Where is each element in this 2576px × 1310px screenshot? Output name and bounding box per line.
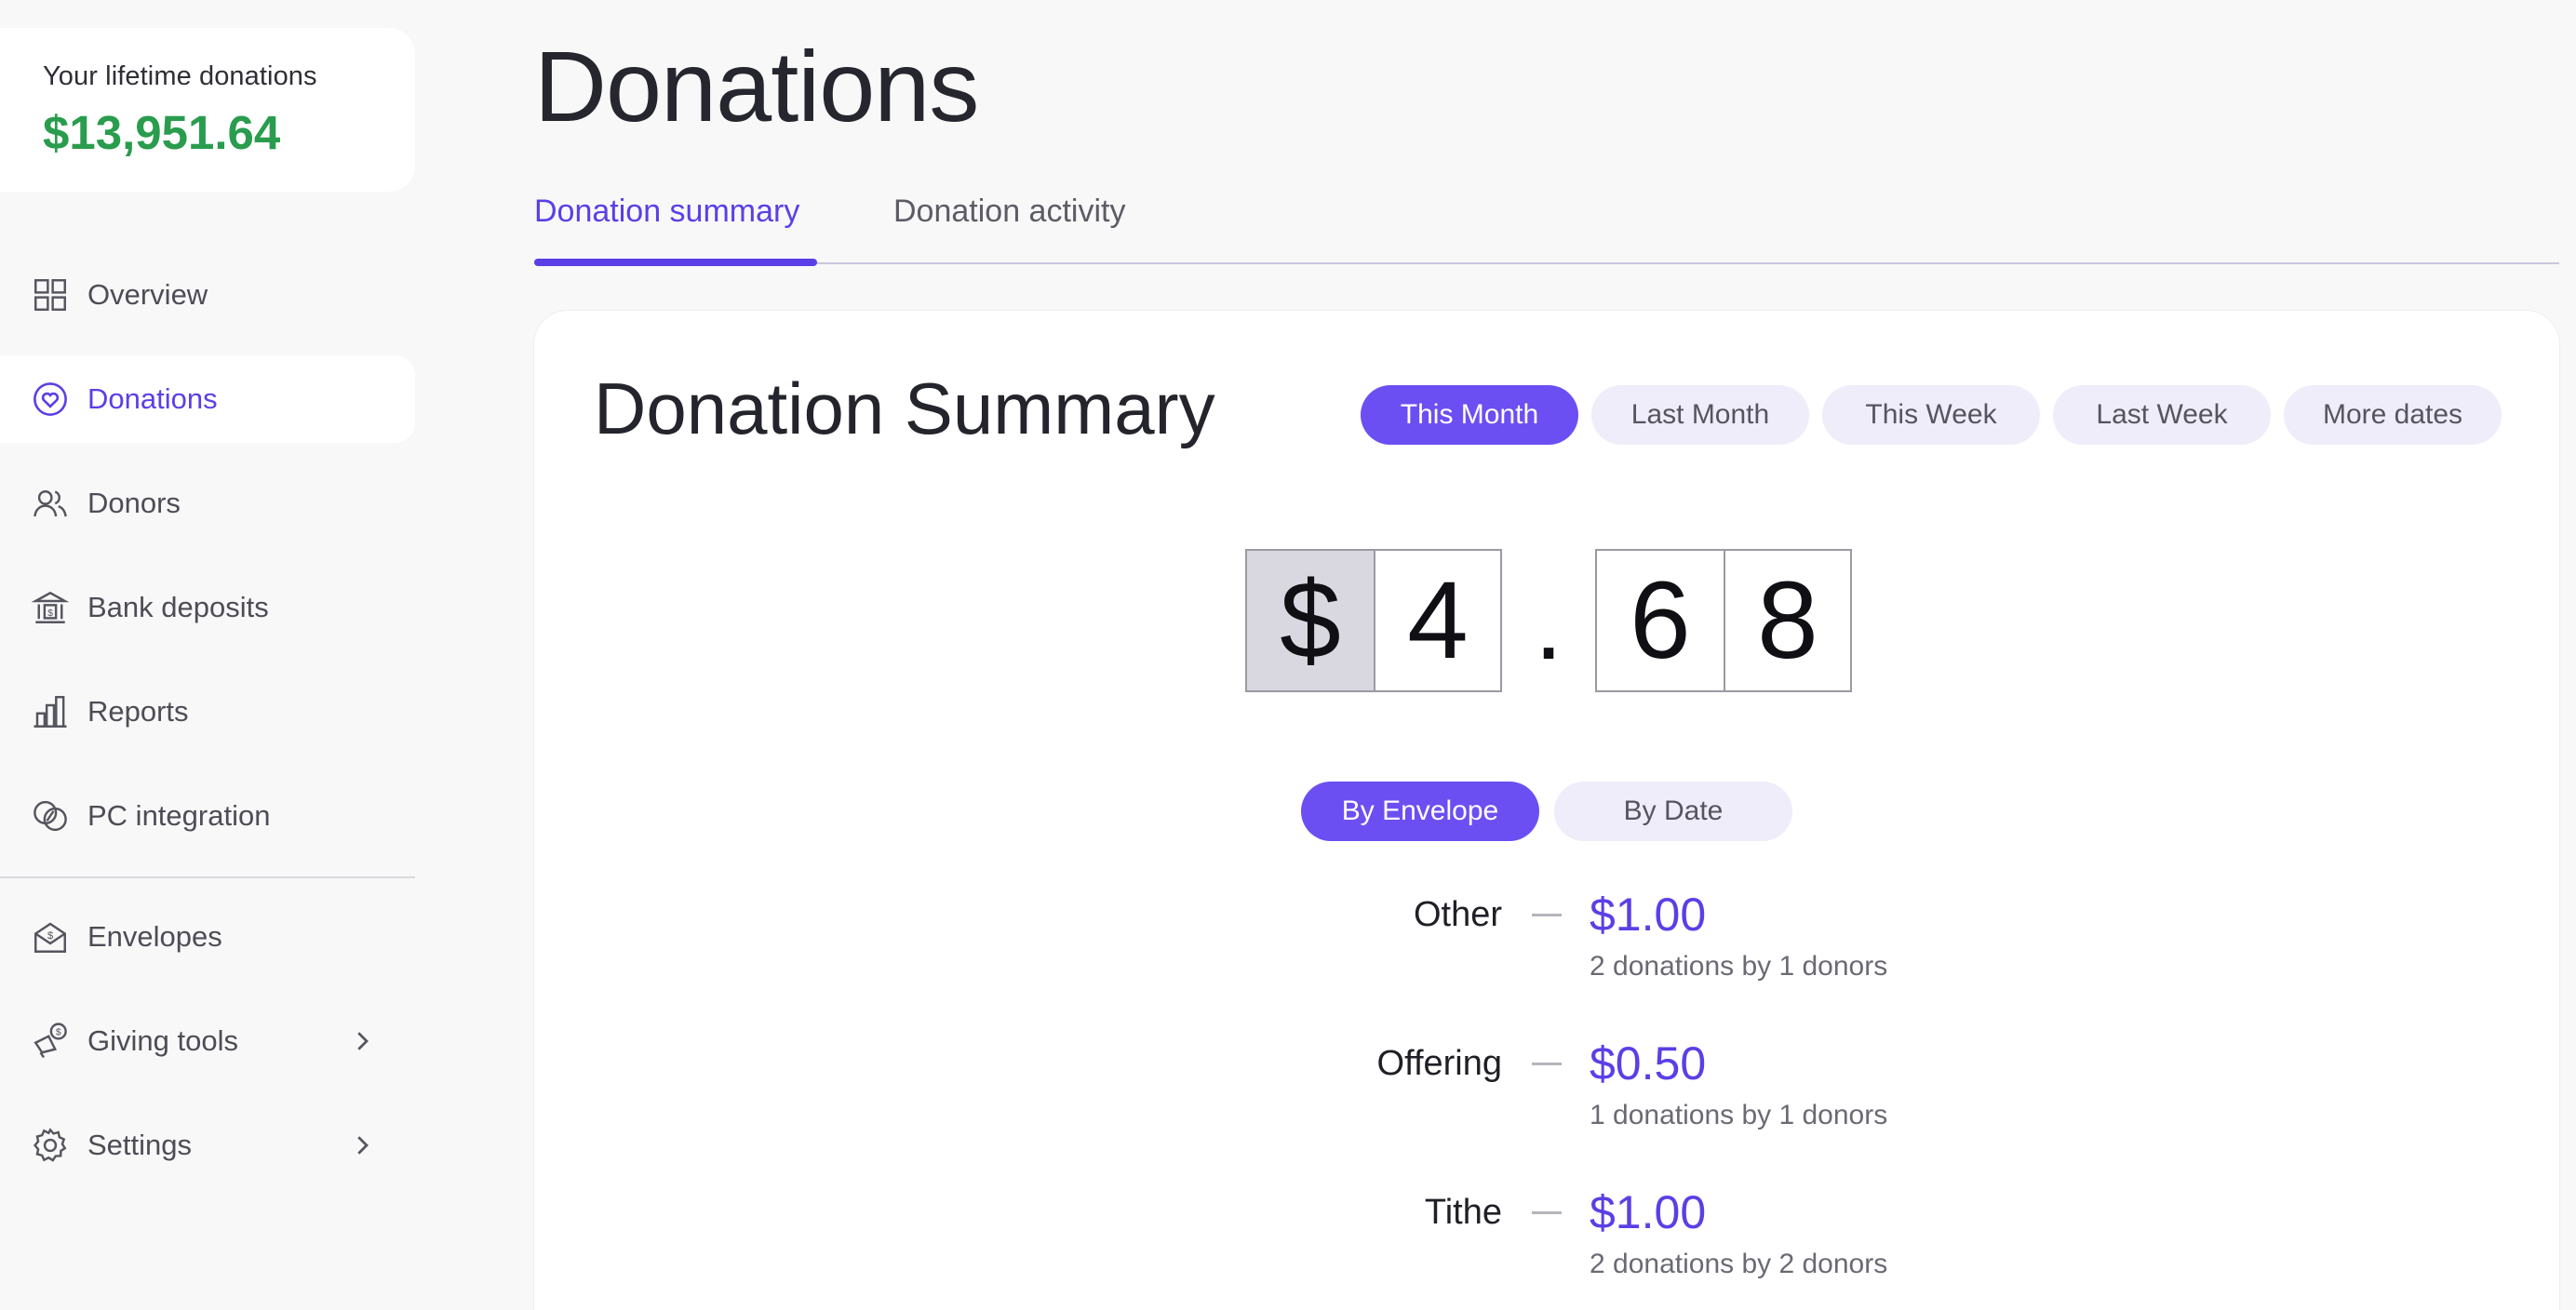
envelope-name: Other xyxy=(1413,895,1502,934)
sidebar-item-reports[interactable]: Reports xyxy=(0,668,415,755)
page-title: Donations xyxy=(534,30,979,142)
whole-digits-box: $ 4 xyxy=(1245,549,1502,692)
users-icon xyxy=(30,483,71,524)
tab-donation-summary[interactable]: Donation summary xyxy=(534,194,799,230)
envelope-amount: $0.50 xyxy=(1590,1037,1707,1089)
bar-chart-icon xyxy=(30,691,71,732)
megaphone-dollar-icon: $ xyxy=(30,1021,71,1062)
donation-summary-title: Donation Summary xyxy=(594,368,1215,449)
chevron-right-icon xyxy=(357,1136,369,1155)
sidebar-item-donations[interactable]: Donations xyxy=(0,355,415,443)
digit: 6 xyxy=(1630,559,1691,682)
donation-summary-card: Donation Summary This Month Last Month T… xyxy=(534,311,2559,1310)
heart-circle-icon xyxy=(30,379,71,420)
filter-last-month-button[interactable]: Last Month xyxy=(1591,385,1809,445)
fraction-digits-box: 6 8 xyxy=(1595,549,1852,692)
svg-text:$: $ xyxy=(47,608,53,619)
filter-this-week-button[interactable]: This Week xyxy=(1822,385,2040,445)
svg-text:$: $ xyxy=(47,930,54,942)
sidebar-item-label: Donations xyxy=(87,382,218,415)
sidebar-item-label: Donors xyxy=(87,487,181,519)
sidebar-item-label: Giving tools xyxy=(87,1024,238,1057)
chevron-right-icon xyxy=(357,1032,369,1050)
sidebar-item-label: Overview xyxy=(87,278,208,311)
digit: 8 xyxy=(1724,551,1850,690)
envelope-row: Offering $0.50 1 donations by 1 donors xyxy=(534,1035,2559,1156)
grid-icon xyxy=(30,274,71,315)
sidebar-item-bank-deposits[interactable]: $ Bank deposits xyxy=(0,564,415,651)
envelope-dash xyxy=(1532,1063,1562,1065)
lifetime-donations-label: Your lifetime donations xyxy=(43,61,317,91)
envelope-detail: 1 donations by 1 donors xyxy=(1590,1100,1888,1130)
envelope-dash xyxy=(1532,914,1562,916)
sidebar-item-label: PC integration xyxy=(87,799,271,832)
filter-this-month-button[interactable]: This Month xyxy=(1361,385,1578,445)
active-tab-indicator xyxy=(534,259,817,266)
lifetime-donations-card: Your lifetime donations $13,951.64 xyxy=(0,28,415,192)
envelope-row: Tithe $1.00 2 donations by 2 donors xyxy=(534,1183,2559,1304)
digit: 4 xyxy=(1374,551,1500,690)
envelope-dash xyxy=(1532,1211,1562,1214)
tab-bar: Donation summary Donation activity xyxy=(534,186,2559,266)
decimal-point: . xyxy=(1534,566,1563,681)
sidebar-divider xyxy=(0,876,415,878)
svg-text:$: $ xyxy=(56,1026,61,1037)
sidebar: Your lifetime donations $13,951.64 Overv… xyxy=(0,0,415,1310)
envelope-name: Offering xyxy=(1376,1044,1502,1083)
envelope-row: Other $1.00 2 donations by 1 donors xyxy=(534,886,2559,1007)
envelope-name: Tithe xyxy=(1424,1193,1502,1232)
by-envelope-toggle[interactable]: By Envelope xyxy=(1301,782,1539,841)
filter-last-week-button[interactable]: Last Week xyxy=(2053,385,2271,445)
by-date-toggle[interactable]: By Date xyxy=(1554,782,1792,841)
filter-more-dates-button[interactable]: More dates xyxy=(2284,385,2502,445)
envelope-dollar-icon: $ xyxy=(30,916,71,957)
tab-bar-divider xyxy=(534,262,2559,264)
lifetime-donations-amount: $13,951.64 xyxy=(43,106,281,159)
envelope-amount: $1.00 xyxy=(1590,889,1707,941)
sidebar-item-label: Bank deposits xyxy=(87,591,269,623)
sidebar-item-envelopes[interactable]: $ Envelopes xyxy=(0,893,415,981)
tab-donation-activity[interactable]: Donation activity xyxy=(893,194,1125,230)
gear-icon xyxy=(30,1125,71,1166)
sidebar-item-label: Reports xyxy=(87,695,189,728)
sidebar-item-giving-tools[interactable]: $ Giving tools xyxy=(0,997,415,1085)
currency-symbol: $ xyxy=(1247,551,1374,690)
sidebar-item-label: Envelopes xyxy=(87,920,222,953)
envelope-detail: 2 donations by 1 donors xyxy=(1590,951,1888,982)
envelope-detail: 2 donations by 2 donors xyxy=(1590,1249,1888,1279)
envelope-amount: $1.00 xyxy=(1590,1186,1707,1238)
sidebar-item-label: Settings xyxy=(87,1129,193,1161)
sidebar-item-pc-integration[interactable]: PC integration xyxy=(0,772,415,860)
link-circles-icon xyxy=(30,795,71,836)
sidebar-item-settings[interactable]: Settings xyxy=(0,1102,415,1189)
bank-icon: $ xyxy=(30,587,71,628)
sidebar-item-overview[interactable]: Overview xyxy=(0,251,415,339)
sidebar-item-donors[interactable]: Donors xyxy=(0,460,415,547)
